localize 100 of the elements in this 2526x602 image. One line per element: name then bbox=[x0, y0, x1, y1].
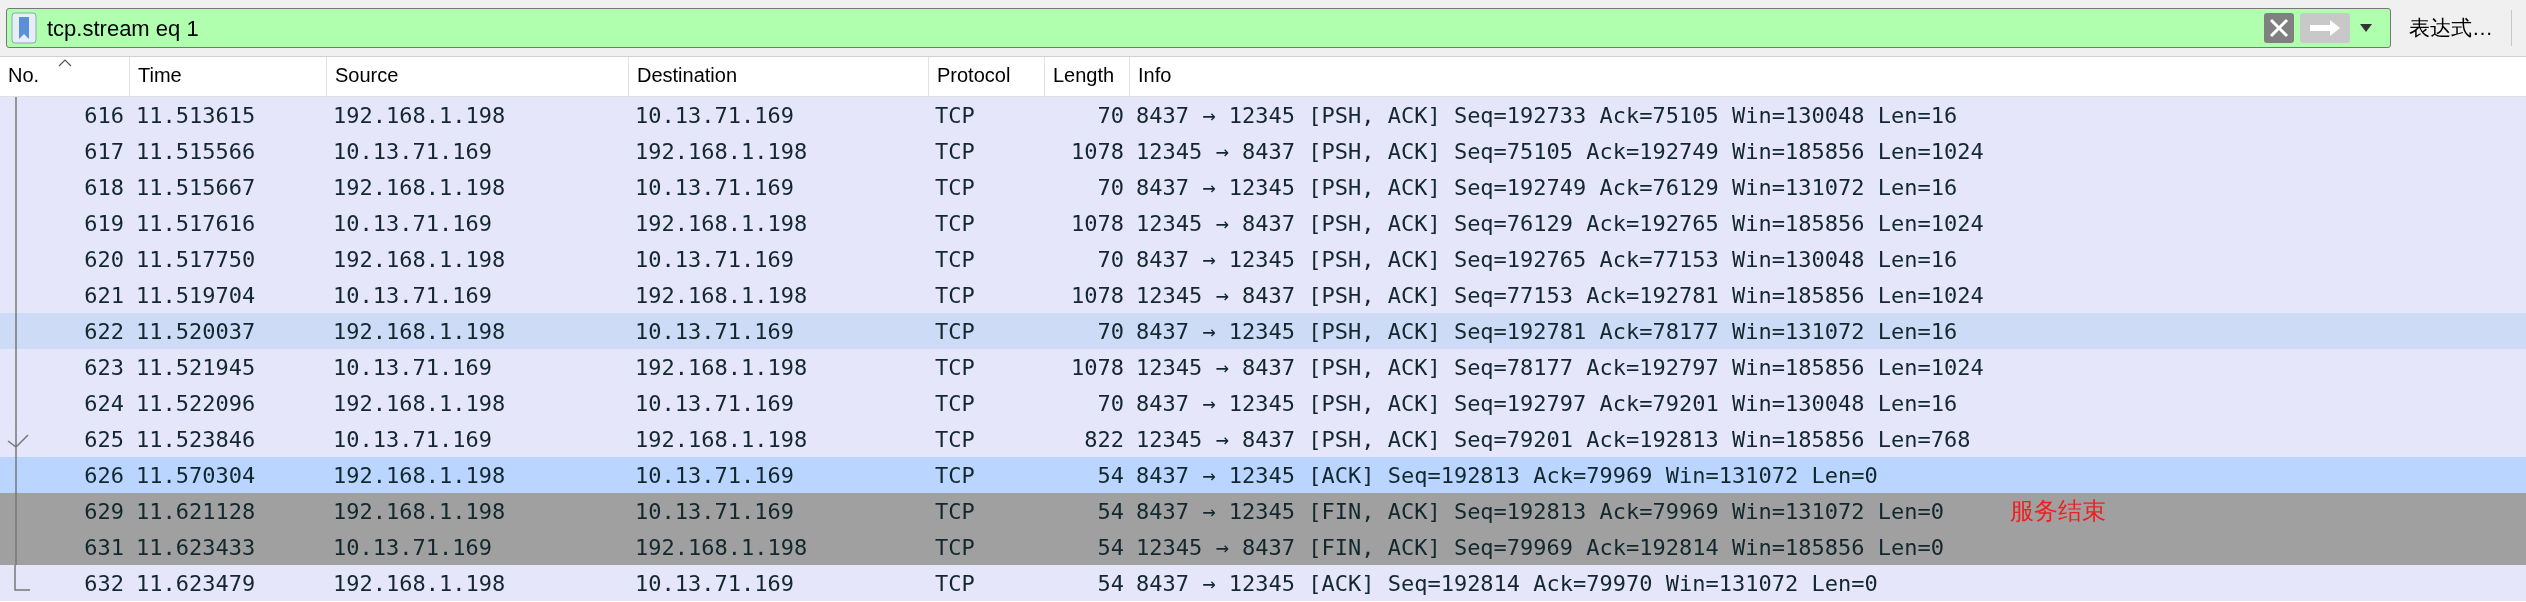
column-header[interactable]: Length bbox=[1045, 57, 1130, 96]
table-cell-text: 11.621128 bbox=[136, 497, 256, 526]
table-cell-text: 11.515667 bbox=[136, 173, 256, 202]
table-cell-text: 8437 → 12345 [FIN, ACK] Seq=192813 Ack=79969 Win=131072 Len=0 bbox=[1136, 497, 1944, 526]
dropdown-caret-icon[interactable] bbox=[2358, 23, 2374, 33]
column-header[interactable]: Info bbox=[1130, 57, 2526, 96]
table-cell-text: 12345 → 8437 [PSH, ACK] Seq=77153 Ack=192781 Win=185856 Len=1024 bbox=[1136, 281, 1984, 310]
table-cell-text: 10.13.71.169 bbox=[333, 425, 492, 454]
table-cell-text: 192.168.1.198 bbox=[635, 209, 808, 238]
table-cell-text: 11.519704 bbox=[136, 281, 256, 310]
table-cell-text: 616 bbox=[84, 101, 124, 130]
table-cell-text: TCP bbox=[935, 173, 975, 202]
table-cell-text: 192.168.1.198 bbox=[333, 461, 506, 490]
table-cell-text: 11.520037 bbox=[136, 317, 256, 346]
table-cell-text: 192.168.1.198 bbox=[333, 317, 506, 346]
table-cell-text: 11.623479 bbox=[136, 569, 256, 598]
packet-row[interactable]: 620 11.517750 192.168.1.198 10.13.71.169 TCP 70 8437 → 12345 [PSH, ACK] Seq=192765 Ack=77153 Win=130048 Len=16 bbox=[0, 241, 2526, 277]
table-cell-text: 11.523846 bbox=[136, 425, 256, 454]
packet-row[interactable]: 624 11.522096 192.168.1.198 10.13.71.169 TCP 70 8437 → 12345 [PSH, ACK] Seq=192797 Ack=79201 Win=130048 Len=16 bbox=[0, 385, 2526, 421]
table-cell-text: 621 bbox=[84, 281, 124, 310]
table-cell-text: 10.13.71.169 bbox=[635, 317, 794, 346]
table-cell-text: TCP bbox=[935, 101, 975, 130]
column-header[interactable]: No. bbox=[0, 57, 130, 96]
packet-row[interactable]: 619 11.517616 10.13.71.169 192.168.1.198 TCP 1078 12345 → 8437 [PSH, ACK] Seq=76129 Ack=192765 Win=185856 Len=1024 bbox=[0, 205, 2526, 241]
table-cell-text: TCP bbox=[935, 569, 975, 598]
table-cell-text: 1078 bbox=[1071, 353, 1124, 382]
filter-field[interactable]: tcp.stream eq 1 bbox=[6, 8, 2391, 48]
table-cell-text: 11.513615 bbox=[136, 101, 256, 130]
packet-row[interactable]: 625 11.523846 10.13.71.169 192.168.1.198 TCP 822 12345 → 8437 [PSH, ACK] Seq=79201 Ack=192813 Win=185856 Len=768 bbox=[0, 421, 2526, 457]
table-cell-text: TCP bbox=[935, 209, 975, 238]
table-cell-text: 54 bbox=[1097, 569, 1124, 598]
table-cell-text: 70 bbox=[1097, 389, 1124, 418]
table-cell-text: 10.13.71.169 bbox=[635, 569, 794, 598]
table-cell-text: 10.13.71.169 bbox=[635, 497, 794, 526]
table-cell-text: 10.13.71.169 bbox=[635, 101, 794, 130]
annotation-text: 服务结束 bbox=[2009, 496, 2106, 527]
table-cell-text: 192.168.1.198 bbox=[635, 353, 808, 382]
table-cell-text: 10.13.71.169 bbox=[635, 461, 794, 490]
column-header[interactable]: Protocol bbox=[929, 57, 1045, 96]
table-cell-text: 70 bbox=[1097, 317, 1124, 346]
table-cell-text: 8437 → 12345 [PSH, ACK] Seq=192765 Ack=77153 Win=130048 Len=16 bbox=[1136, 245, 1958, 274]
table-cell-text: TCP bbox=[935, 281, 975, 310]
packet-row[interactable]: 621 11.519704 10.13.71.169 192.168.1.198 TCP 1078 12345 → 8437 [PSH, ACK] Seq=77153 Ack=192781 Win=185856 Len=1024 bbox=[0, 277, 2526, 313]
column-header[interactable]: Source bbox=[327, 57, 629, 96]
table-cell-text: 10.13.71.169 bbox=[333, 281, 492, 310]
table-cell-text: 54 bbox=[1097, 461, 1124, 490]
table-cell-text: 8437 → 12345 [PSH, ACK] Seq=192749 Ack=76129 Win=131072 Len=16 bbox=[1136, 173, 1958, 202]
table-cell-text: 11.515566 bbox=[136, 137, 256, 166]
packet-row[interactable]: 618 11.515667 192.168.1.198 10.13.71.169 TCP 70 8437 → 12345 [PSH, ACK] Seq=192749 Ack=76129 Win=131072 Len=16 bbox=[0, 169, 2526, 205]
table-cell-text: 11.517750 bbox=[136, 245, 256, 274]
table-cell-text: 622 bbox=[84, 317, 124, 346]
table-cell-text: 8437 → 12345 [PSH, ACK] Seq=192733 Ack=75105 Win=130048 Len=16 bbox=[1136, 101, 1958, 130]
table-cell-text: 8437 → 12345 [PSH, ACK] Seq=192797 Ack=79201 Win=130048 Len=16 bbox=[1136, 389, 1958, 418]
table-cell-text: 8437 → 12345 [PSH, ACK] Seq=192781 Ack=78177 Win=131072 Len=16 bbox=[1136, 317, 1958, 346]
packet-row[interactable]: 617 11.515566 10.13.71.169 192.168.1.198 TCP 1078 12345 → 8437 [PSH, ACK] Seq=75105 Ack=192749 Win=185856 Len=1024 bbox=[0, 133, 2526, 169]
table-cell-text: 10.13.71.169 bbox=[333, 533, 492, 562]
expression-button[interactable]: 表达式… bbox=[2397, 8, 2505, 48]
bookmark-icon[interactable] bbox=[11, 12, 37, 44]
table-cell-text: 10.13.71.169 bbox=[333, 209, 492, 238]
table-cell-text: TCP bbox=[935, 389, 975, 418]
packet-row[interactable]: 626 11.570304 192.168.1.198 10.13.71.169 TCP 54 8437 → 12345 [ACK] Seq=192813 Ack=79969 Win=131072 Len=0 bbox=[0, 457, 2526, 493]
table-cell-text: 619 bbox=[84, 209, 124, 238]
filter-text: tcp.stream eq 1 bbox=[47, 14, 200, 43]
column-header[interactable]: Time bbox=[130, 57, 327, 96]
table-cell-text: 192.168.1.198 bbox=[333, 569, 506, 598]
table-cell-text: TCP bbox=[935, 317, 975, 346]
packet-row[interactable]: 632 11.623479 192.168.1.198 10.13.71.169 TCP 54 8437 → 12345 [ACK] Seq=192814 Ack=79970 Win=131072 Len=0 bbox=[0, 565, 2526, 601]
packet-row[interactable]: 616 11.513615 192.168.1.198 10.13.71.169 TCP 70 8437 → 12345 [PSH, ACK] Seq=192733 Ack=75105 Win=130048 Len=16 bbox=[0, 97, 2526, 133]
packet-row[interactable]: 622 11.520037 192.168.1.198 10.13.71.169 TCP 70 8437 → 12345 [PSH, ACK] Seq=192781 Ack=78177 Win=131072 Len=16 bbox=[0, 313, 2526, 349]
table-cell-text: 192.168.1.198 bbox=[333, 245, 506, 274]
table-cell-text: 192.168.1.198 bbox=[635, 281, 808, 310]
table-cell-text: 625 bbox=[84, 425, 124, 454]
packet-row[interactable]: 623 11.521945 10.13.71.169 192.168.1.198 TCP 1078 12345 → 8437 [PSH, ACK] Seq=78177 Ack=192797 Win=185856 Len=1024 bbox=[0, 349, 2526, 385]
table-cell-text: 1078 bbox=[1071, 209, 1124, 238]
table-cell-text: 617 bbox=[84, 137, 124, 166]
table-cell-text: 620 bbox=[84, 245, 124, 274]
table-cell-text: 1078 bbox=[1071, 281, 1124, 310]
table-cell-text: 11.623433 bbox=[136, 533, 256, 562]
table-cell-text: 8437 → 12345 [ACK] Seq=192813 Ack=79969 Win=131072 Len=0 bbox=[1136, 461, 1878, 490]
table-cell-text: 192.168.1.198 bbox=[635, 425, 808, 454]
packet-row[interactable]: 631 11.623433 10.13.71.169 192.168.1.198 TCP 54 12345 → 8437 [FIN, ACK] Seq=79969 Ack=192814 Win=185856 Len=0 bbox=[0, 529, 2526, 565]
table-cell-text: 8437 → 12345 [ACK] Seq=192814 Ack=79970 Win=131072 Len=0 bbox=[1136, 569, 1878, 598]
packet-row[interactable]: 629 11.621128 192.168.1.198 10.13.71.169 TCP 54 8437 → 12345 [FIN, ACK] Seq=192813 Ack=79969 Win=131072 Len=0 服务结束 bbox=[0, 493, 2526, 529]
table-cell-text: TCP bbox=[935, 137, 975, 166]
clear-icon[interactable] bbox=[2264, 13, 2294, 43]
table-cell-text: TCP bbox=[935, 245, 975, 274]
table-cell-text: 12345 → 8437 [FIN, ACK] Seq=79969 Ack=192814 Win=185856 Len=0 bbox=[1136, 533, 1944, 562]
column-header[interactable]: Destination bbox=[629, 57, 929, 96]
table-cell-text: 11.521945 bbox=[136, 353, 256, 382]
table-cell-text: 54 bbox=[1097, 533, 1124, 562]
table-cell-text: 192.168.1.198 bbox=[333, 389, 506, 418]
table-cell-text: 12345 → 8437 [PSH, ACK] Seq=78177 Ack=192797 Win=185856 Len=1024 bbox=[1136, 353, 1984, 382]
table-cell-text: 10.13.71.169 bbox=[635, 245, 794, 274]
table-cell-text: 822 bbox=[1084, 425, 1124, 454]
table-cell-text: 624 bbox=[84, 389, 124, 418]
table-cell-text: TCP bbox=[935, 353, 975, 382]
table-cell-text: 192.168.1.198 bbox=[635, 137, 808, 166]
table-cell-text: 12345 → 8437 [PSH, ACK] Seq=76129 Ack=192765 Win=185856 Len=1024 bbox=[1136, 209, 1984, 238]
table-cell-text: TCP bbox=[935, 533, 975, 562]
table-cell-text: 192.168.1.198 bbox=[333, 101, 506, 130]
